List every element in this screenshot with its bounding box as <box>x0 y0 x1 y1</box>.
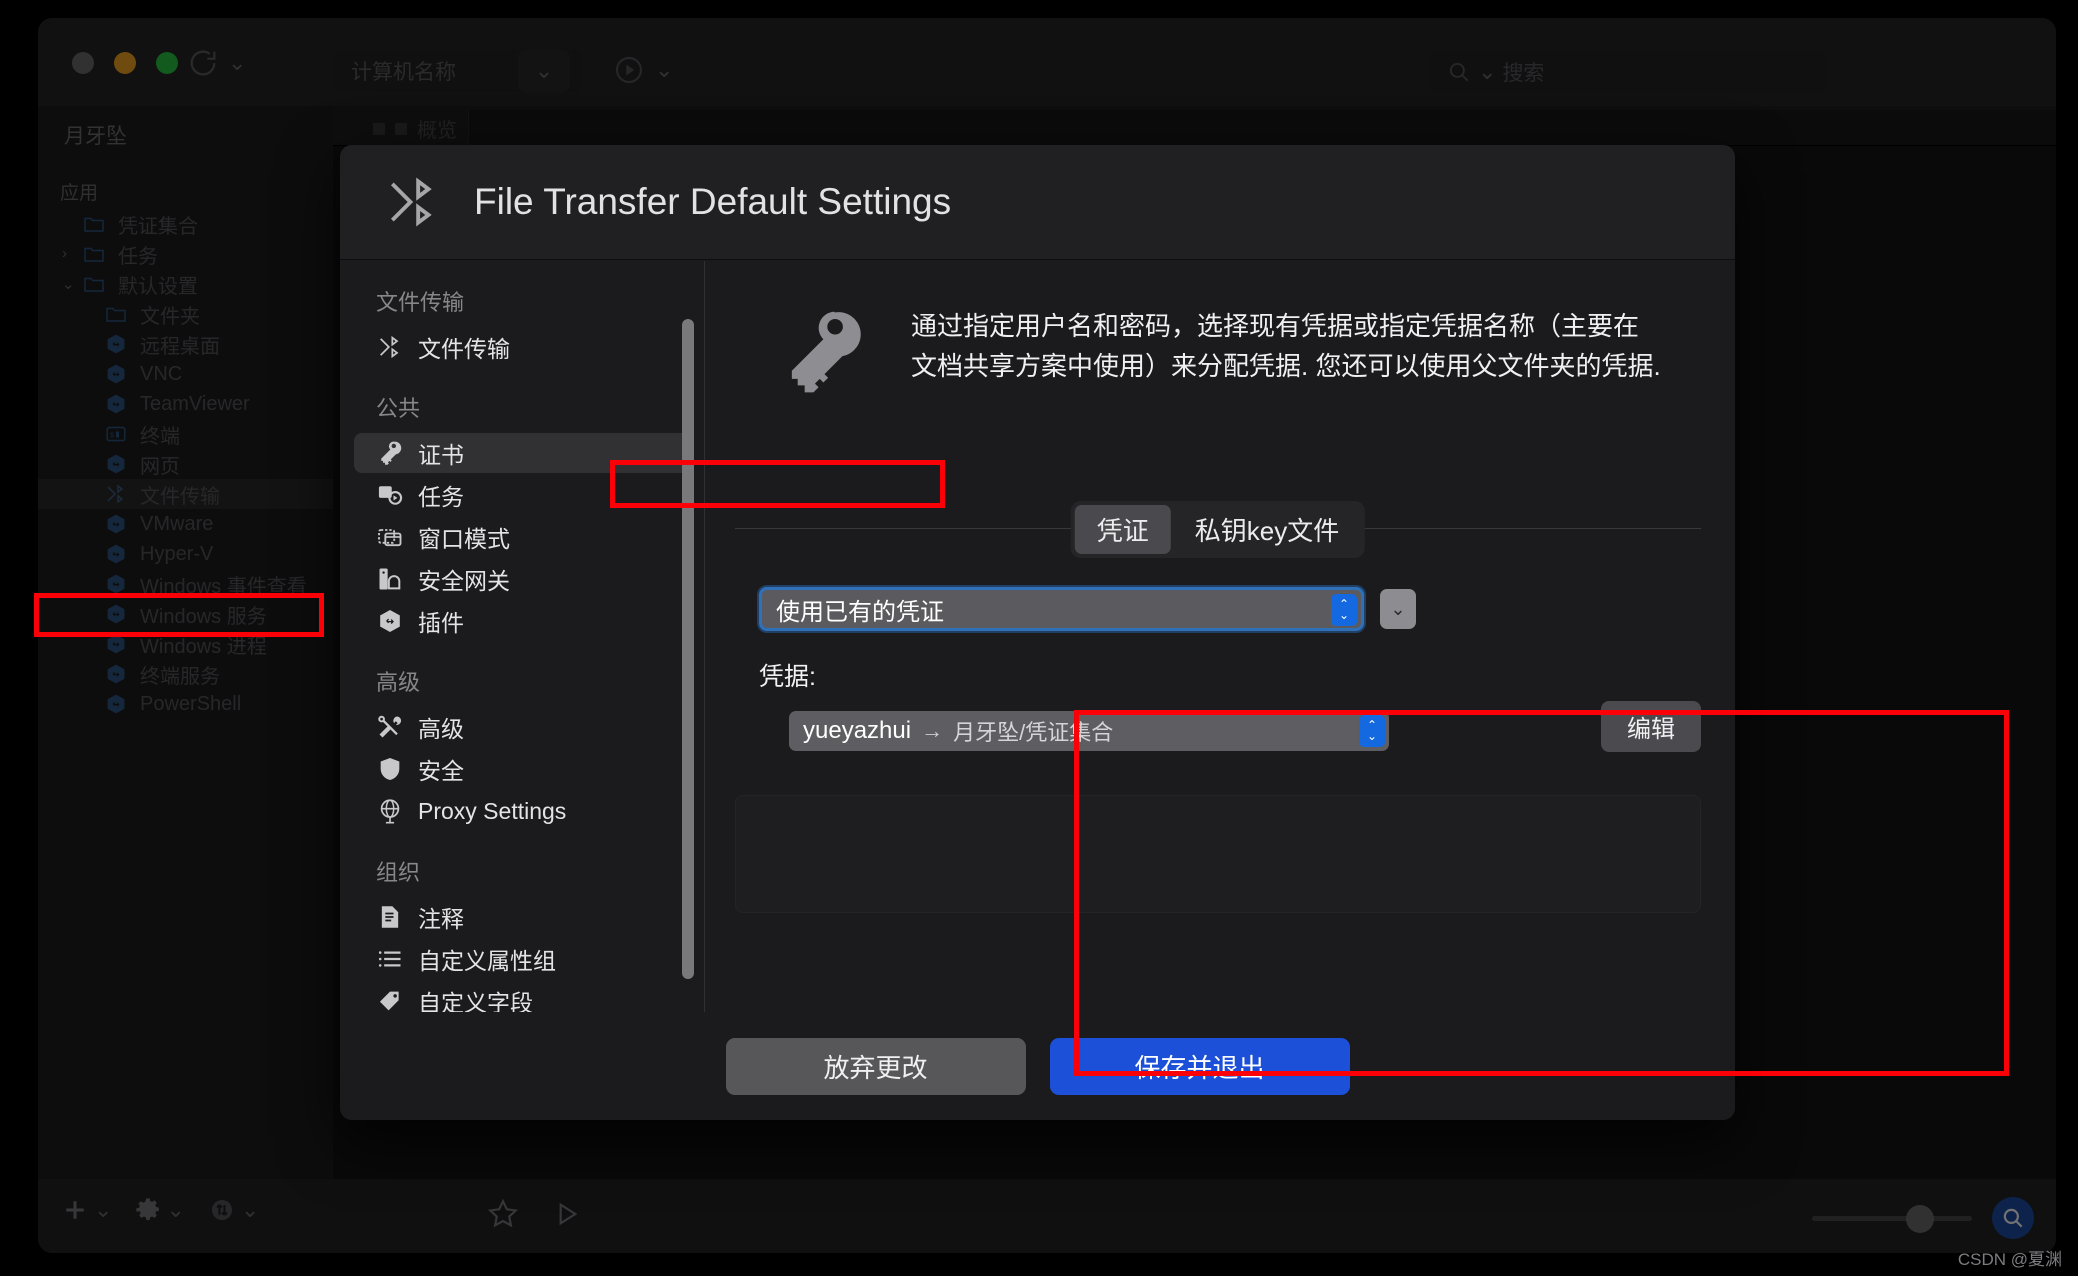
shield-icon <box>376 755 404 783</box>
dialog-body: 文件传输 文件传输 公共 证书 任务 窗口模式 安全网关 插件 高级 高级 安全 Proxy Sett… <box>340 261 1735 1016</box>
dialog-nav-item-label: 安全网关 <box>418 568 510 594</box>
dialog-nav-item-2-2[interactable]: Proxy Settings <box>354 791 690 831</box>
dialog-title: File Transfer Default Settings <box>474 181 952 222</box>
dialog-nav-group-label: 高级 <box>376 670 421 695</box>
dialog-nav-item-1-4[interactable]: 插件 <box>354 601 690 641</box>
file-transfer-icon <box>376 333 404 361</box>
dialog-nav-item-label: 自定义属性组 <box>418 948 556 974</box>
dialog-nav-item-0-0[interactable]: 文件传输 <box>354 327 690 367</box>
dialog-nav-item-label: 证书 <box>418 442 464 468</box>
dialog-nav-item-label: Proxy Settings <box>418 797 567 824</box>
dialog-nav-item-label: 高级 <box>418 716 464 742</box>
tag-icon <box>376 987 404 1015</box>
dialog-nav-item-2-0[interactable]: 高级 <box>354 707 690 747</box>
tab-private-key-file[interactable]: 私钥key文件 <box>1173 505 1361 554</box>
globe-icon <box>376 797 404 825</box>
dialog-nav: 文件传输 文件传输 公共 证书 任务 窗口模式 安全网关 插件 高级 高级 安全 Proxy Sett… <box>340 261 705 1016</box>
file-transfer-settings-dialog: File Transfer Default Settings 文件传输 文件传输公… <box>340 145 1735 1120</box>
stepper-icon[interactable]: ⌃ ⌄ <box>1359 715 1385 747</box>
description-text: 通过指定用户名和密码，选择现有凭据或指定凭据名称（主要在文档共享方案中使用）来分… <box>911 311 1661 381</box>
dialog-footer: 放弃更改 保存并退出 <box>340 1012 1735 1120</box>
dialog-nav-item-label: 安全 <box>418 758 464 784</box>
credential-mode-value: 使用已有的凭证 <box>776 598 944 626</box>
gateway-icon <box>376 565 404 593</box>
dialog-nav-scrollbar[interactable] <box>682 319 694 979</box>
dialog-nav-item-3-1[interactable]: 自定义属性组 <box>354 939 690 979</box>
stepper-icon[interactable]: ⌃ ⌄ <box>1331 594 1357 626</box>
credential-tabbar: 凭证 私钥key文件 <box>735 501 1701 558</box>
credential-name: yueyazhui <box>803 717 912 744</box>
dialog-nav-group-label: 公共 <box>376 396 421 421</box>
watermark: CSDN @夏渊 <box>1957 1250 2062 1269</box>
cube-icon <box>376 607 404 635</box>
arrow-right-icon: → <box>921 718 944 743</box>
key-icon <box>779 307 867 403</box>
dialog-header: File Transfer Default Settings <box>340 145 1735 260</box>
tab-credential[interactable]: 凭证 <box>1074 505 1171 554</box>
dialog-nav-group-label: 文件传输 <box>376 290 465 315</box>
dialog-nav-item-label: 任务 <box>418 484 464 510</box>
credential-label: 凭据: <box>759 663 816 691</box>
credential-tab-group: 凭证 私钥key文件 <box>1070 501 1366 558</box>
screen: ⌄ 计算机名称 ⌄ ⌄ <box>0 0 2078 1276</box>
dialog-nav-item-label: 插件 <box>418 610 464 636</box>
credential-select[interactable]: yueyazhui → 月牙坠/凭证集合 ⌃ ⌄ <box>789 711 1389 751</box>
credential-mode-select[interactable]: 使用已有的凭证 ⌃ ⌄ <box>759 587 1364 631</box>
dialog-nav-group-label: 组织 <box>376 860 421 885</box>
dialog-nav-item-label: 窗口模式 <box>418 526 510 552</box>
dialog-nav-item-2-1[interactable]: 安全 <box>354 749 690 789</box>
credential-extra-area <box>735 795 1701 913</box>
dialog-nav-item-label: 文件传输 <box>418 336 510 362</box>
dialog-main: 通过指定用户名和密码，选择现有凭据或指定凭据名称（主要在文档共享方案中使用）来分… <box>705 261 1735 1012</box>
task-icon <box>376 481 404 509</box>
credential-path: 月牙坠/凭证集合 <box>953 720 1114 745</box>
dialog-nav-item-3-0[interactable]: 注释 <box>354 897 690 937</box>
dialog-nav-list: 文件传输 文件传输 公共 证书 任务 窗口模式 安全网关 插件 高级 高级 安全 Proxy Sett… <box>340 281 704 1021</box>
key-icon <box>376 439 404 467</box>
dialog-nav-item-1-3[interactable]: 安全网关 <box>354 559 690 599</box>
credential-panel: 凭证 私钥key文件 使用已有的凭证 ⌃ ⌄ ⌄ 凭据: yueyazhui →… <box>735 501 1701 781</box>
description-row: 通过指定用户名和密码，选择现有凭据或指定凭据名称（主要在文档共享方案中使用）来分… <box>739 261 1701 403</box>
tools-icon <box>376 713 404 741</box>
list-icon <box>376 945 404 973</box>
dialog-nav-item-1-2[interactable]: 窗口模式 <box>354 517 690 557</box>
credential-mode-extra-dropdown[interactable]: ⌄ <box>1380 589 1416 629</box>
discard-changes-button[interactable]: 放弃更改 <box>725 1037 1026 1095</box>
dialog-nav-item-1-0[interactable]: 证书 <box>354 433 690 473</box>
note-icon <box>376 903 404 931</box>
dialog-nav-item-1-1[interactable]: 任务 <box>354 475 690 515</box>
dialog-nav-item-label: 注释 <box>418 906 464 932</box>
file-transfer-icon <box>382 171 444 233</box>
edit-credential-button[interactable]: 编辑 <box>1601 701 1701 752</box>
window-icon <box>376 523 404 551</box>
credential-mode-row: 使用已有的凭证 ⌃ ⌄ ⌄ <box>735 587 1701 631</box>
save-and-exit-button[interactable]: 保存并退出 <box>1049 1037 1350 1095</box>
